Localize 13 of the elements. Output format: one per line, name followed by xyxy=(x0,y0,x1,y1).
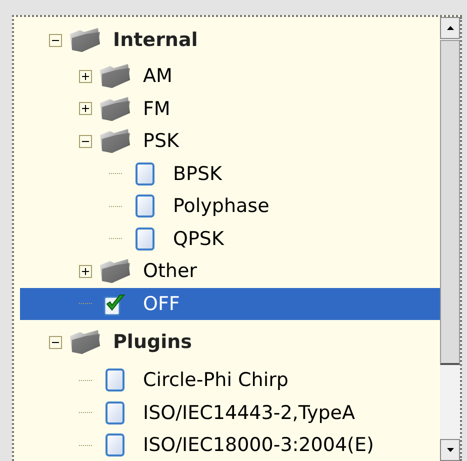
tree-item[interactable]: AM xyxy=(141,61,174,92)
tree-item[interactable]: Plugins xyxy=(111,327,194,357)
tree-item[interactable]: Circle-Phi Chirp xyxy=(141,365,290,396)
tree-item[interactable]: ISO/IEC14443-2,TypeA xyxy=(141,398,357,428)
tree-item[interactable]: PSK xyxy=(141,126,181,156)
tree-item[interactable]: OFF xyxy=(141,288,182,319)
tree-item[interactable]: Polyphase xyxy=(171,191,272,222)
tree-item[interactable]: QPSK xyxy=(171,224,226,254)
tree-item[interactable]: Other xyxy=(141,256,199,286)
tree-item[interactable]: BPSK xyxy=(171,158,224,189)
tree-item[interactable]: FM xyxy=(141,94,172,124)
tree-item[interactable]: ISO/IEC18000-3:2004(E) xyxy=(141,430,376,460)
tree-item[interactable]: Internal xyxy=(111,25,200,55)
